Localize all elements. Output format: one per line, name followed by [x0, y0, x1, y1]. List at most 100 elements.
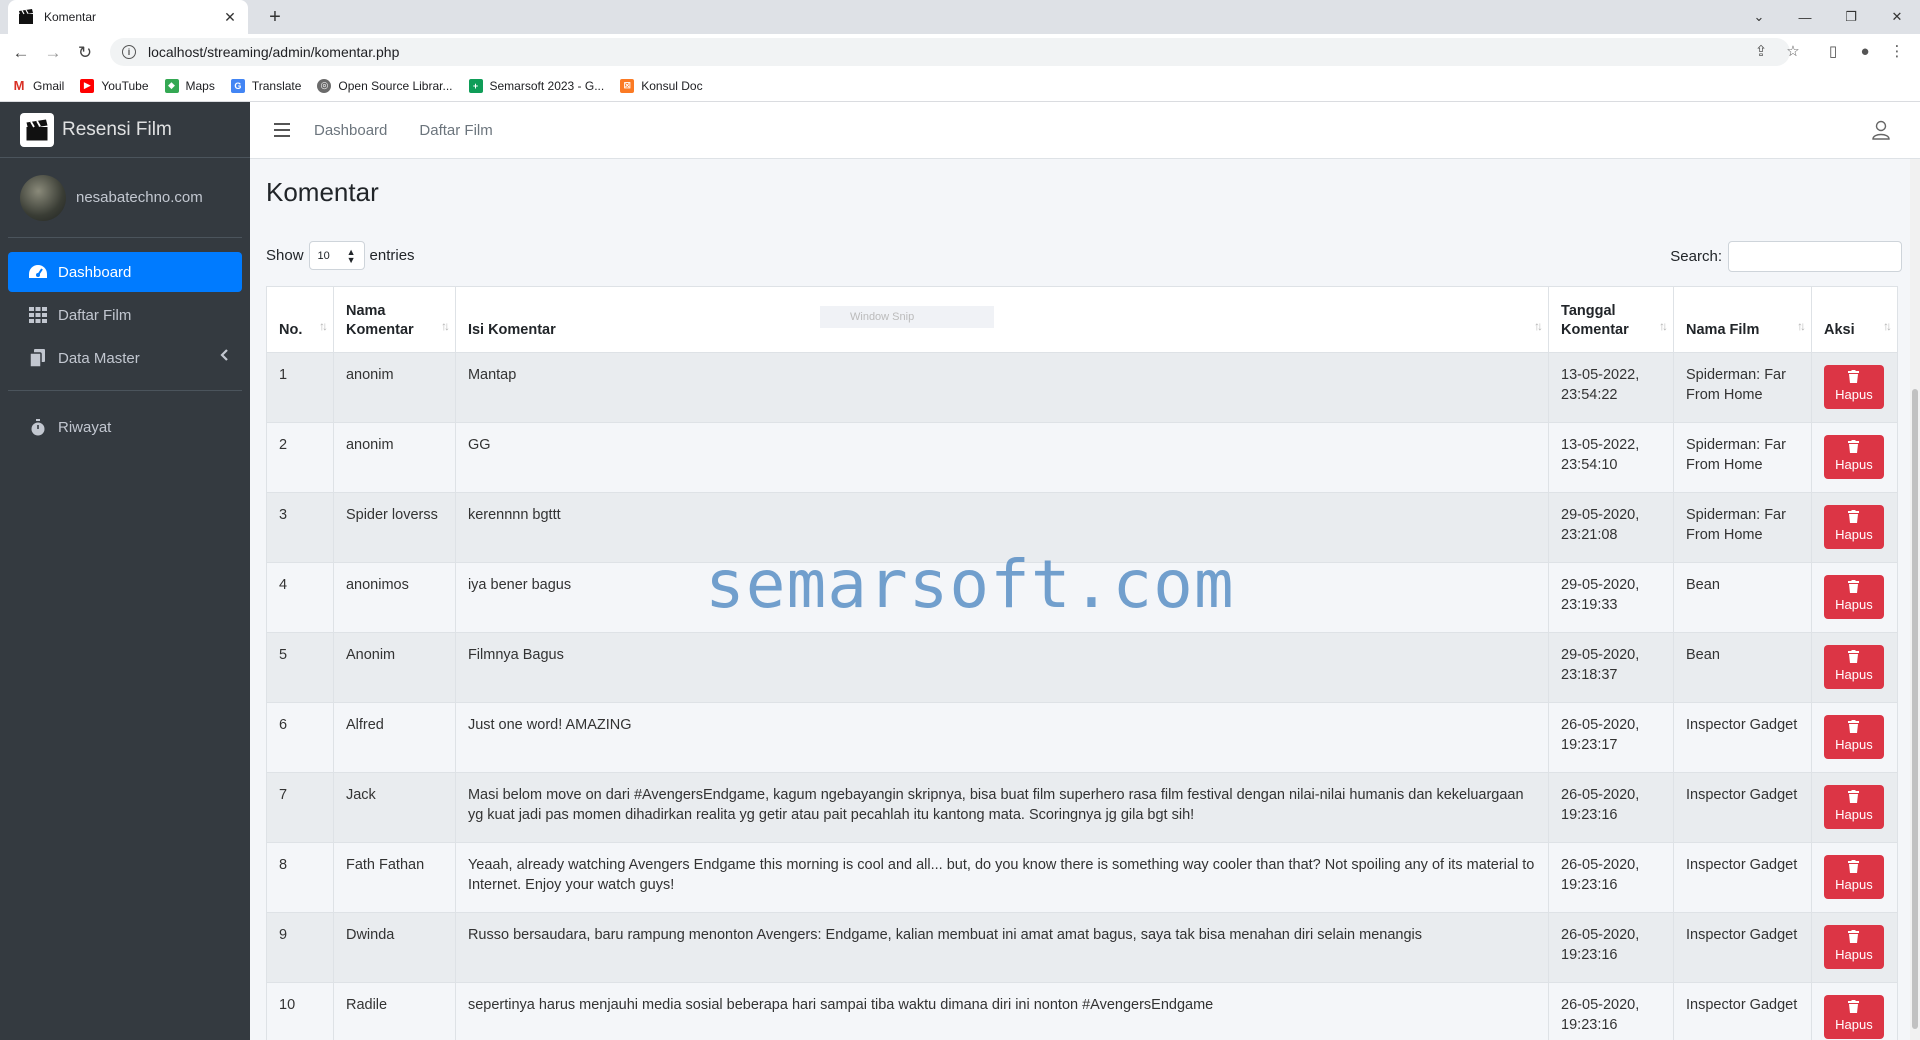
cell-no: 9: [266, 912, 334, 983]
xampp-icon: ⊠: [620, 78, 635, 93]
side-panel-icon[interactable]: ▯: [1820, 38, 1846, 64]
bookmark-konsul-doc[interactable]: ⊠ Konsul Doc: [620, 78, 703, 93]
cell-no: 4: [266, 562, 334, 633]
minimize-button[interactable]: —: [1782, 0, 1828, 34]
forward-icon[interactable]: →: [40, 40, 66, 66]
cell-nama-film: Spiderman: Far From Home: [1673, 352, 1812, 423]
column-header-aksi[interactable]: Aksi ↑↓: [1810, 286, 1899, 353]
user-name: nesabatechno.com: [76, 189, 203, 206]
restore-button[interactable]: ❐: [1828, 0, 1874, 34]
maps-icon: ◆: [164, 78, 179, 93]
cell-aksi: Hapus: [1810, 912, 1899, 983]
brand-link[interactable]: Resensi Film: [0, 102, 250, 158]
url-text: localhost/streaming/admin/komentar.php: [148, 44, 400, 60]
search-input[interactable]: [1728, 241, 1902, 272]
page-scrollbar[interactable]: [1910, 159, 1920, 1040]
bookmark-open-source[interactable]: ◎ Open Source Librar...: [317, 78, 453, 93]
cell-aksi: Hapus: [1810, 772, 1899, 843]
address-bar[interactable]: i localhost/streaming/admin/komentar.php: [110, 38, 1790, 66]
cell-tanggal-komentar: 26-05-2020, 19:23:17: [1548, 702, 1675, 773]
hapus-button[interactable]: Hapus: [1823, 645, 1884, 689]
cell-tanggal-komentar: 13-05-2022, 23:54:22: [1548, 352, 1675, 423]
table-row: 8 Fath Fathan Yeaah, already watching Aven…: [266, 842, 1899, 913]
select-arrow-icon: ▲ ▼: [346, 247, 356, 265]
hapus-button[interactable]: Hapus: [1823, 505, 1884, 549]
cell-isi-komentar: Mantap: [454, 352, 1550, 423]
bookmark-maps[interactable]: ◆ Maps: [164, 78, 215, 93]
cell-nama-film: Inspector Gadget: [1673, 702, 1812, 773]
scrollbar-thumb[interactable]: [1912, 389, 1918, 1029]
table-row: 2 anonim GG 13-05-2022, 23:54:10 Spiderman: …: [266, 422, 1899, 493]
hapus-button[interactable]: Hapus: [1823, 575, 1884, 619]
user-icon[interactable]: [1872, 120, 1890, 140]
hapus-button[interactable]: Hapus: [1823, 715, 1884, 759]
cell-no: 1: [266, 352, 334, 423]
cell-no: 7: [266, 772, 334, 843]
sidebar-item-data-master[interactable]: Data Master: [8, 338, 242, 378]
clapperboard-logo-icon: [20, 112, 54, 147]
share-icon[interactable]: ⇪: [1748, 38, 1774, 64]
bookmark-gmail[interactable]: M Gmail: [12, 78, 65, 93]
sidebar-item-daftar-film[interactable]: Daftar Film: [8, 295, 242, 335]
cell-nama-komentar: Anonim: [332, 632, 456, 703]
cell-no: 5: [266, 632, 334, 703]
column-header-isi-komentar[interactable]: Isi Komentar ↑↓: [454, 286, 1550, 353]
cell-tanggal-komentar: 29-05-2020, 23:21:08: [1548, 492, 1675, 563]
nav-link-daftar-film[interactable]: Daftar Film: [419, 122, 492, 139]
column-header-nama-film[interactable]: Nama Film ↑↓: [1673, 286, 1812, 353]
sidebar-item-dashboard[interactable]: Dashboard: [8, 252, 242, 292]
watermark: semarsoft.com: [705, 546, 1235, 623]
youtube-icon: ▶: [80, 78, 95, 93]
cell-nama-film: Spiderman: Far From Home: [1673, 492, 1812, 563]
table-row: 7 Jack Masi belom move on dari #AvengersEn…: [266, 772, 1899, 843]
cell-tanggal-komentar: 29-05-2020, 23:18:37: [1548, 632, 1675, 703]
site-info-icon[interactable]: i: [122, 45, 136, 59]
bookmark-semarsoft[interactable]: + Semarsoft 2023 - G...: [468, 78, 604, 93]
user-panel[interactable]: nesabatechno.com: [8, 158, 242, 238]
table-row: 1 anonim Mantap 13-05-2022, 23:54:22 Spiderm…: [266, 352, 1899, 423]
cell-nama-film: Bean: [1673, 632, 1812, 703]
nav-link-dashboard[interactable]: Dashboard: [314, 122, 387, 139]
cell-isi-komentar: Masi belom move on dari #AvengersEndgame…: [454, 772, 1550, 843]
hapus-button[interactable]: Hapus: [1823, 435, 1884, 479]
trash-icon: [1848, 929, 1860, 943]
tab-search-icon[interactable]: ⌄: [1736, 0, 1782, 34]
close-window-button[interactable]: ✕: [1874, 0, 1920, 34]
hapus-button[interactable]: Hapus: [1823, 925, 1884, 969]
hamburger-menu-icon[interactable]: [274, 123, 290, 137]
window-snip-overlay: Window Snip: [820, 306, 994, 328]
trash-icon: [1848, 789, 1860, 803]
browser-tab[interactable]: Komentar ✕: [8, 0, 248, 34]
trash-icon: [1848, 719, 1860, 733]
back-icon[interactable]: ←: [8, 40, 34, 66]
komentar-table: No. ↑↓ Nama Komentar ↑↓ Isi Komentar ↑↓ Tan…: [266, 286, 1899, 1040]
bookmark-youtube[interactable]: ▶ YouTube: [80, 78, 149, 93]
stopwatch-icon: [28, 418, 48, 436]
top-navbar: Dashboard Daftar Film: [250, 102, 1920, 159]
copy-icon: [28, 349, 48, 367]
hapus-button[interactable]: Hapus: [1823, 995, 1884, 1039]
menu-dots-icon[interactable]: ⋮: [1884, 38, 1910, 64]
cell-no: 2: [266, 422, 334, 493]
reload-icon[interactable]: ↻: [72, 40, 98, 66]
bookmark-star-icon[interactable]: ☆: [1780, 38, 1806, 64]
entries-length-control: Show 10 ▲ ▼ entries: [266, 241, 415, 270]
cell-tanggal-komentar: 26-05-2020, 19:23:16: [1548, 842, 1675, 913]
column-header-tanggal-komentar[interactable]: Tanggal Komentar ↑↓: [1548, 286, 1675, 353]
entries-select[interactable]: 10 ▲ ▼: [308, 241, 365, 270]
sidebar-item-riwayat[interactable]: Riwayat: [8, 407, 242, 447]
table-row: 10 Radile sepertinya harus menjauhi media …: [266, 982, 1899, 1040]
new-tab-button[interactable]: +: [262, 4, 288, 30]
profile-icon[interactable]: ●: [1852, 38, 1878, 64]
sidebar: Resensi Film nesabatechno.com Dashboard …: [0, 102, 250, 1040]
column-header-nama-komentar[interactable]: Nama Komentar ↑↓: [332, 286, 456, 353]
hapus-button[interactable]: Hapus: [1823, 855, 1884, 899]
clapperboard-icon: [19, 9, 33, 24]
sort-icon: ↑↓: [440, 319, 450, 333]
cell-nama-komentar: anonim: [332, 352, 456, 423]
hapus-button[interactable]: Hapus: [1823, 785, 1884, 829]
bookmark-translate[interactable]: G Translate: [230, 78, 301, 93]
close-tab-icon[interactable]: ✕: [222, 9, 238, 26]
hapus-button[interactable]: Hapus: [1823, 365, 1884, 409]
column-header-no[interactable]: No. ↑↓: [266, 286, 334, 353]
